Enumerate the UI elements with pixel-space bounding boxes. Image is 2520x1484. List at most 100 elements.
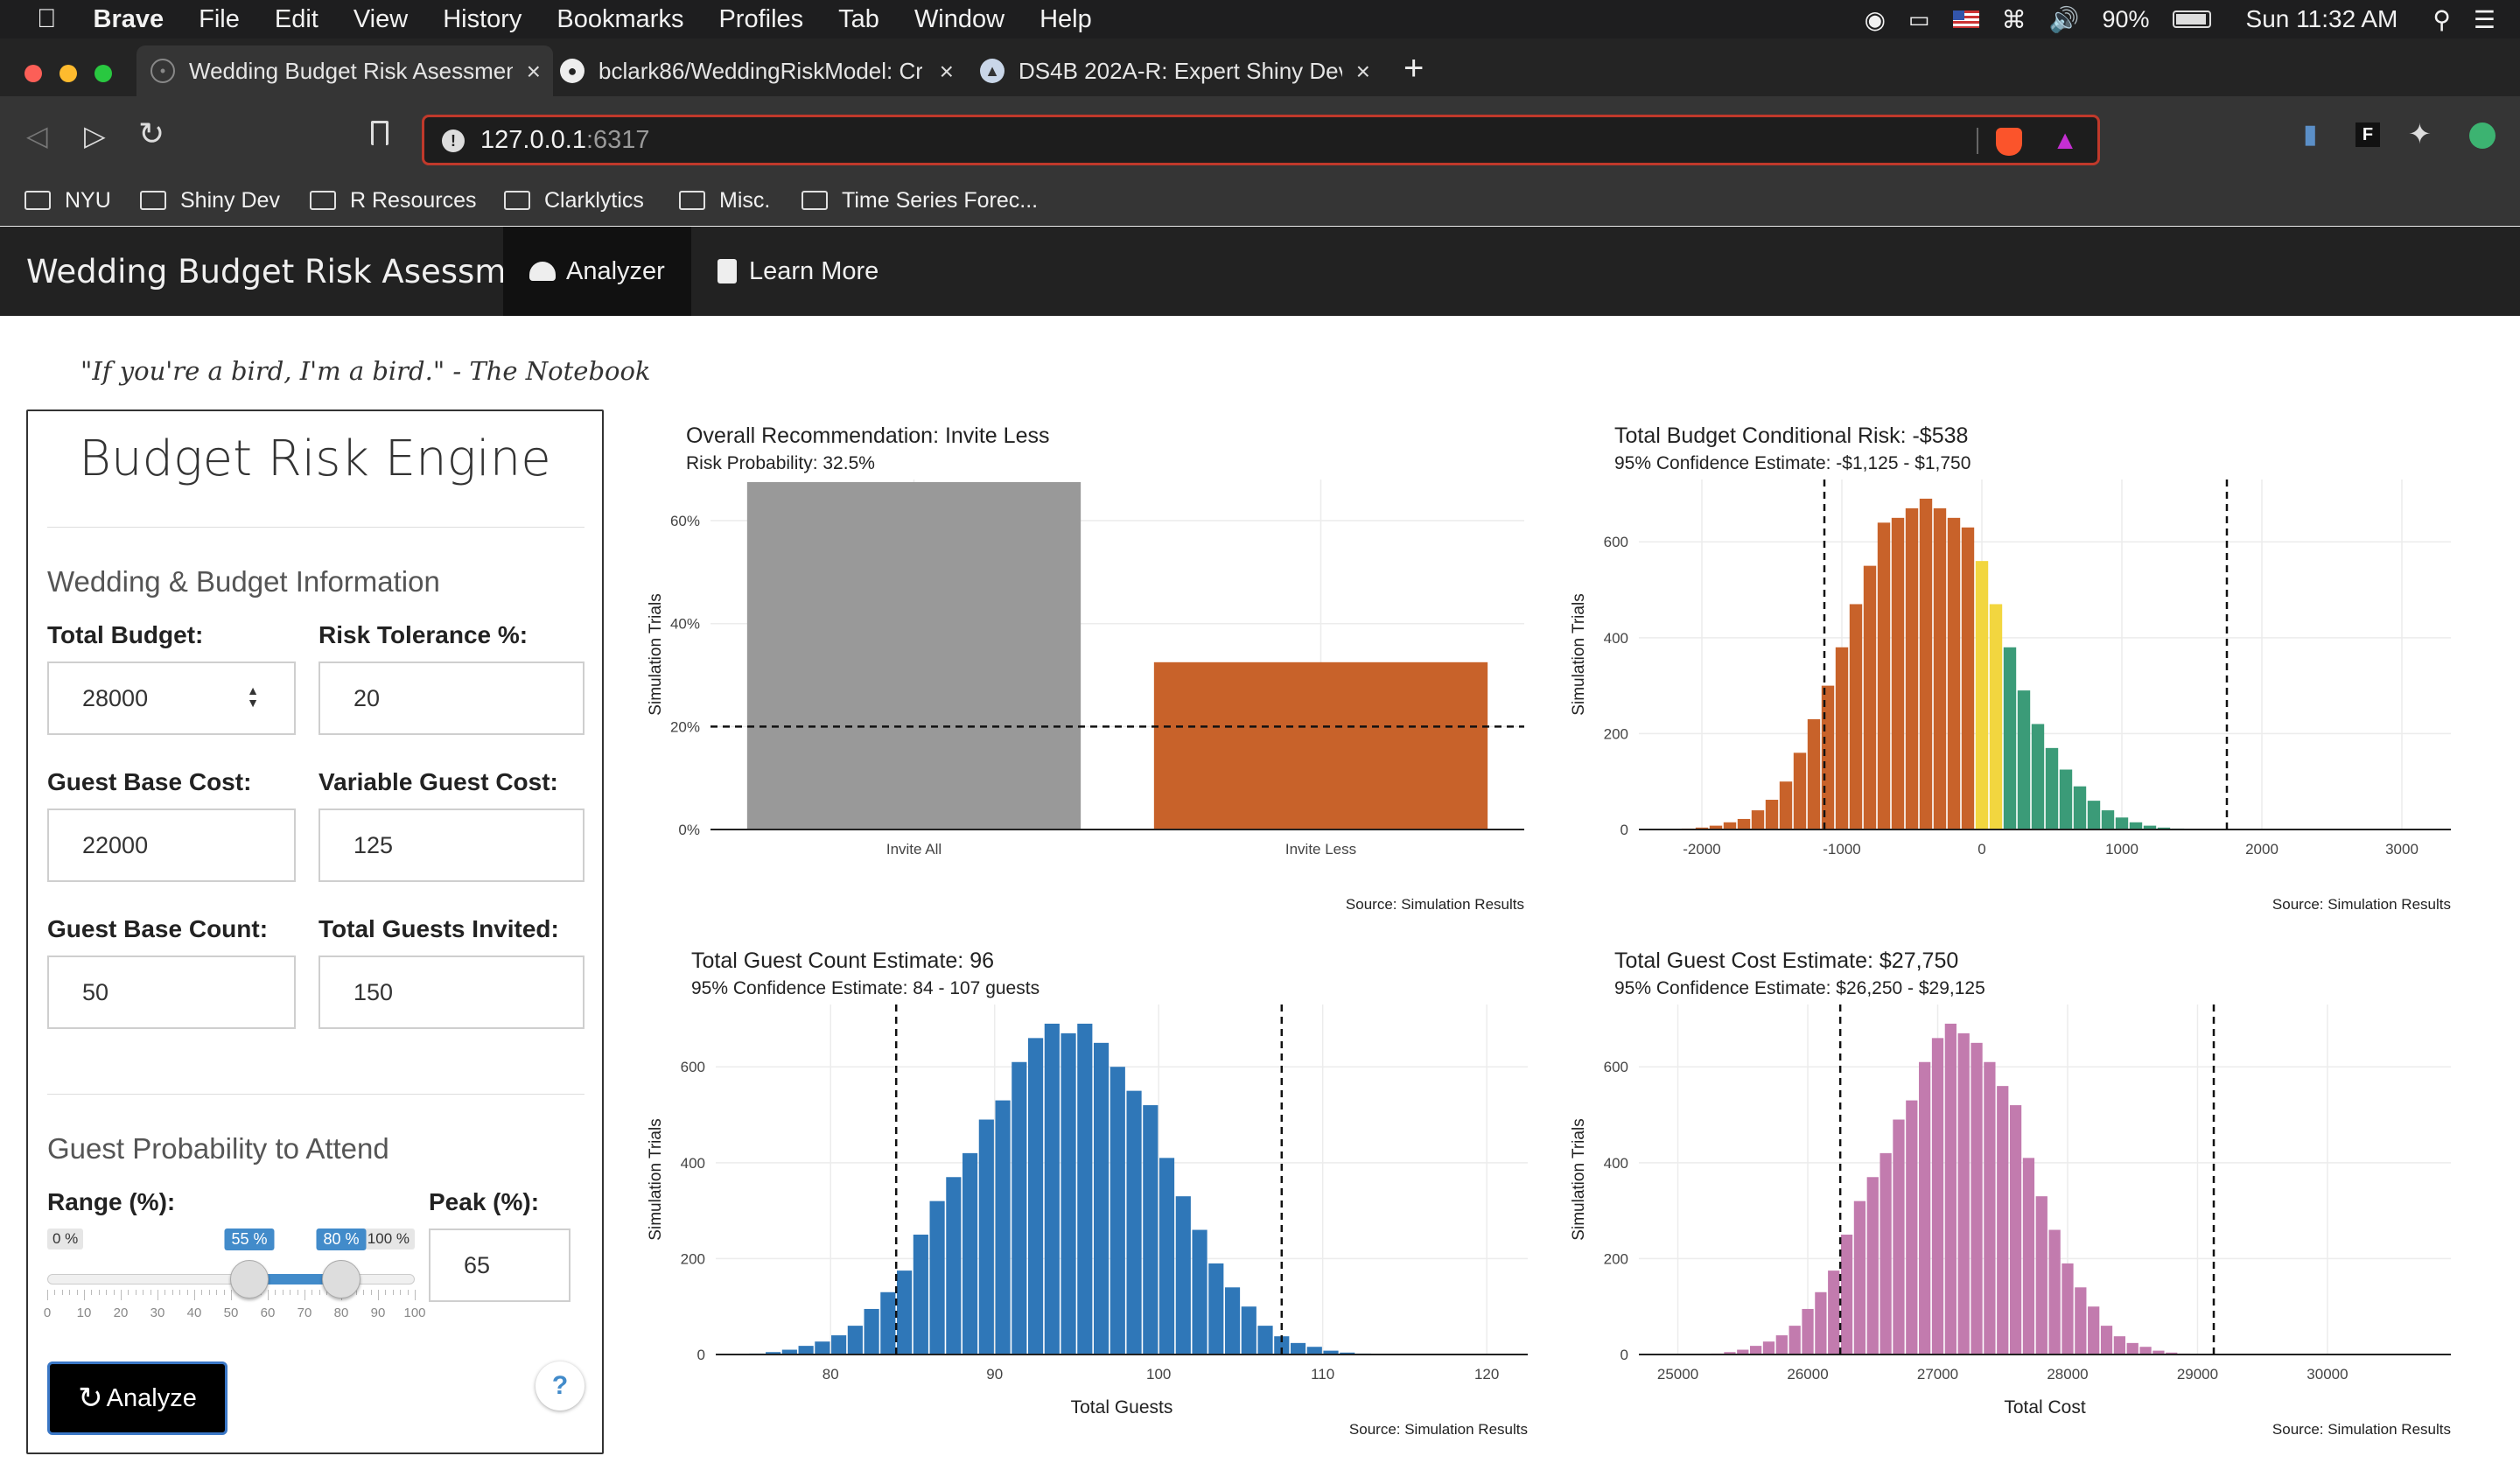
window-minimize-button[interactable] [60,65,77,82]
histogram-bar [1807,718,1821,830]
number-stepper-icon[interactable]: ▲ ▼ [247,684,259,709]
folder-icon [679,191,705,210]
tab-title: DS4B 202A-R: Expert Shiny Dev [1018,57,1342,84]
bookmark-clarklytics[interactable]: Clarklytics [504,177,644,224]
globe-icon: • [150,59,175,83]
app-menu-brave[interactable]: Brave [94,5,164,34]
back-icon[interactable]: ◁ [26,119,48,152]
range-slider[interactable]: 0 % 100 % 55 % 80 % 0 10 20 30 40 50 60 70 80 90 1… [44,1228,426,1334]
spotlight-search-icon[interactable]: ⚲ [2432,5,2451,34]
x-tick-label: 26000 [1787,1366,1828,1382]
slider-handle-from[interactable] [230,1260,269,1298]
evernote-icon[interactable]: ◉ [1865,5,1886,34]
chart-caption: Source: Simulation Results [2272,896,2451,913]
histogram-bar [1944,1023,1956,1354]
window-close-button[interactable] [24,65,42,82]
tab-close-icon[interactable]: × [1356,58,1370,86]
guest-cost-chart: Total Guest Cost Estimate: $27,750 95% Co… [1562,936,2463,1451]
guest-base-cost-label: Guest Base Cost: [47,768,252,795]
slider-handle-to[interactable] [322,1260,360,1298]
wifi-icon[interactable]: ⌘ [2002,5,2026,34]
help-button[interactable]: ? [536,1362,584,1410]
histogram-bar [864,1308,879,1354]
profile-avatar-icon[interactable] [2469,122,2496,149]
y-tick-label: 40% [670,616,700,633]
menu-edit[interactable]: Edit [275,5,318,34]
address-bar[interactable]: ! 127.0.0.1:6317 ▲ [422,115,2100,165]
site-info-icon[interactable]: ! [442,130,465,152]
histogram-bar [1933,508,1947,830]
bookmark-misc[interactable]: Misc. [679,177,770,224]
bookmark-icon[interactable] [371,121,388,145]
extension-bars-icon[interactable]: ▮ [2303,119,2318,150]
window-zoom-button[interactable] [94,65,112,82]
slider-tick [179,1290,181,1295]
nav-analyzer[interactable]: Analyzer [503,227,691,316]
total-budget-input[interactable]: 28000 ▲ ▼ [47,662,296,735]
bookmark-shiny-dev[interactable]: Shiny Dev [140,177,280,224]
total-guests-invited-input[interactable]: 150 [318,956,584,1029]
histogram-bar [897,1270,913,1354]
histogram-bar [815,1341,830,1354]
menu-tab[interactable]: Tab [838,5,879,34]
divider [47,527,584,528]
extensions-puzzle-icon[interactable]: ✦ [2408,117,2432,150]
menu-view[interactable]: View [354,5,408,34]
menu-history[interactable]: History [443,5,522,34]
histogram-bar [2075,1287,2087,1354]
x-tick-label: 0 [1978,841,1985,858]
us-flag-icon[interactable] [1952,10,1979,28]
histogram-bar [1158,1158,1175,1354]
variable-guest-cost-input[interactable]: 125 [318,808,584,882]
analyze-button[interactable]: ↻ Analyze [47,1362,228,1435]
tab-close-icon[interactable]: × [527,58,541,86]
volume-icon[interactable]: 🔊 [2049,5,2080,34]
histogram-bar [995,1100,1011,1354]
histogram-bar [1919,498,1933,830]
slider-tick [164,1290,166,1295]
tab-wedding-budget[interactable]: • Wedding Budget Risk Asessmen × [136,46,553,96]
slider-tick [216,1290,218,1295]
tab-close-icon[interactable]: × [940,58,954,86]
histogram-bar [1192,1229,1208,1354]
forward-icon[interactable]: ▷ [84,119,106,152]
notification-center-icon[interactable]: ☰ [2474,5,2496,34]
menu-profiles[interactable]: Profiles [718,5,803,34]
slider-tick [370,1290,372,1295]
y-tick-label: 600 [1604,534,1628,550]
menu-bookmarks[interactable]: Bookmarks [556,5,683,34]
menu-help[interactable]: Help [1040,5,1092,34]
brave-shields-icon[interactable] [1996,128,2022,156]
nav-learn-more[interactable]: Learn More [691,227,905,316]
peak-input[interactable]: 65 [429,1228,570,1302]
battery-icon[interactable] [2172,10,2211,28]
clock[interactable]: Sun 11:32 AM [2246,5,2398,33]
histogram-bar [2073,786,2087,830]
reload-icon[interactable]: ↻ [138,116,164,152]
brave-rewards-icon[interactable]: ▲ [2052,126,2078,156]
guest-base-cost-input[interactable]: 22000 [47,808,296,882]
tab-title: bclark86/WeddingRiskModel: Cr [598,57,922,84]
menu-file[interactable]: File [199,5,240,34]
risk-tolerance-input[interactable]: 20 [318,662,584,735]
folder-icon [24,191,51,210]
slider-tick [121,1290,122,1300]
chart-title: Total Guest Count Estimate: 96 [691,948,994,973]
histogram-bar [1737,818,1751,830]
tab-ds4b[interactable]: ▲ DS4B 202A-R: Expert Shiny Dev × [980,46,1382,96]
chart-subtitle: 95% Confidence Estimate: 84 - 107 guests [691,978,1040,998]
apple-icon[interactable]:  [37,4,57,34]
tab-github[interactable]: ● bclark86/WeddingRiskModel: Cr × [560,46,966,96]
url-divider [1977,128,1978,154]
bookmark-time-series[interactable]: Time Series Forec... [802,177,1038,224]
menu-window[interactable]: Window [914,5,1004,34]
slider-tick-label: 40 [186,1306,202,1320]
guest-base-count-input[interactable]: 50 [47,956,296,1029]
app-brand[interactable]: Wedding Budget Risk Asessment [26,253,559,290]
bookmark-nyu[interactable]: NYU [24,177,111,224]
extension-f-icon[interactable]: F [2356,122,2380,147]
x-tick-label: 27000 [1917,1366,1958,1382]
new-tab-plus-icon[interactable]: + [1404,49,1424,88]
bookmark-r-resources[interactable]: R Resources [310,177,477,224]
airplay-icon[interactable]: ▭ [1908,6,1930,33]
